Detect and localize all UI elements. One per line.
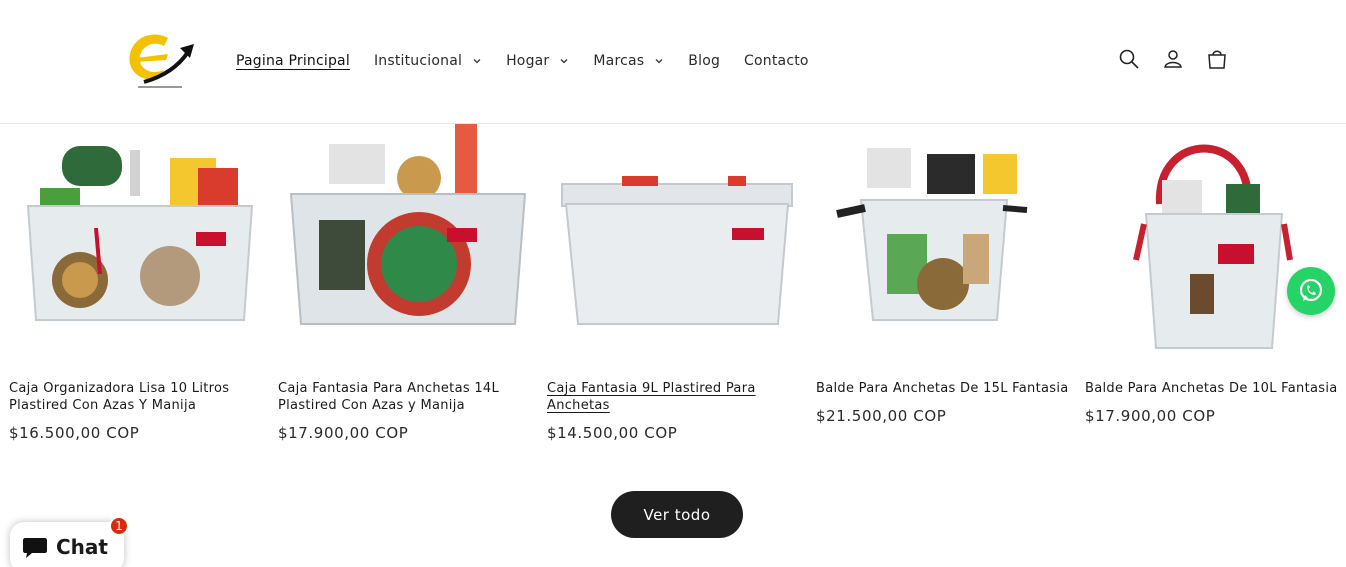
product-title[interactable]: Caja Fantasia 9L Plastired Para Anchetas (547, 380, 807, 414)
whatsapp-icon (1299, 278, 1323, 302)
nav-item-blog[interactable]: Blog (688, 53, 720, 69)
product-grid: Caja Organizadora Lisa 10 Litros Plastir… (0, 124, 1346, 464)
nav-item-pagina-principal[interactable]: Pagina Principal (236, 53, 350, 69)
product-card[interactable]: Caja Organizadora Lisa 10 Litros Plastir… (0, 124, 260, 442)
chat-label: Chat (56, 535, 108, 559)
product-price: $17.900,00 COP (1085, 407, 1216, 425)
product-price: $14.500,00 COP (547, 424, 678, 442)
product-price: $21.500,00 COP (816, 407, 947, 425)
cart-icon[interactable] (1202, 44, 1232, 74)
product-image[interactable] (269, 124, 529, 360)
product-image[interactable] (0, 124, 260, 360)
product-image[interactable] (538, 124, 798, 360)
header-icons (1114, 44, 1246, 74)
nav-label: Institucional (373, 53, 463, 69)
product-title[interactable]: Caja Fantasia Para Anchetas 14L Plastire… (278, 380, 538, 414)
nav-label: Contacto (744, 53, 809, 69)
view-all-label: Ver todo (643, 505, 711, 524)
account-icon[interactable] (1158, 44, 1188, 74)
product-card[interactable]: Balde Para Anchetas De 15L Fantasia $21.… (807, 124, 1068, 425)
chat-bubble-icon (23, 538, 47, 558)
nav-item-hogar[interactable]: Hogar (506, 53, 569, 69)
product-card[interactable]: Caja Fantasia 9L Plastired Para Anchetas… (538, 124, 798, 442)
shopify-chat-button[interactable]: Chat (10, 522, 124, 567)
product-title[interactable]: Caja Organizadora Lisa 10 Litros Plastir… (9, 380, 269, 414)
product-title[interactable]: Balde Para Anchetas De 15L Fantasia (816, 380, 1076, 397)
view-all-button[interactable]: Ver todo (611, 491, 743, 538)
product-image[interactable] (1076, 124, 1336, 360)
nav-item-contacto[interactable]: Contacto (744, 53, 809, 69)
search-icon[interactable] (1114, 44, 1144, 74)
chat-notification-badge: 1 (109, 516, 129, 536)
nav-label: Pagina Principal (236, 53, 350, 69)
product-price: $17.900,00 COP (278, 424, 409, 442)
nav-label: Blog (688, 53, 721, 69)
chevron-down-icon (560, 59, 568, 64)
nav-label: Hogar (506, 53, 550, 69)
nav-label: Marcas (593, 53, 645, 69)
store-logo[interactable] (124, 28, 200, 92)
main-nav: Pagina Principal Institucional Hogar Mar… (236, 50, 833, 72)
product-price: $16.500,00 COP (9, 424, 140, 442)
site-header: Pagina Principal Institucional Hogar Mar… (0, 0, 1346, 124)
nav-item-marcas[interactable]: Marcas (593, 53, 664, 69)
product-title[interactable]: Balde Para Anchetas De 10L Fantasia (1085, 380, 1345, 397)
chevron-down-icon (473, 59, 481, 64)
whatsapp-button[interactable] (1287, 267, 1335, 315)
product-image[interactable] (807, 124, 1067, 360)
nav-item-institucional[interactable]: Institucional (374, 53, 482, 69)
chevron-down-icon (655, 59, 663, 64)
product-card[interactable]: Caja Fantasia Para Anchetas 14L Plastire… (269, 124, 529, 442)
